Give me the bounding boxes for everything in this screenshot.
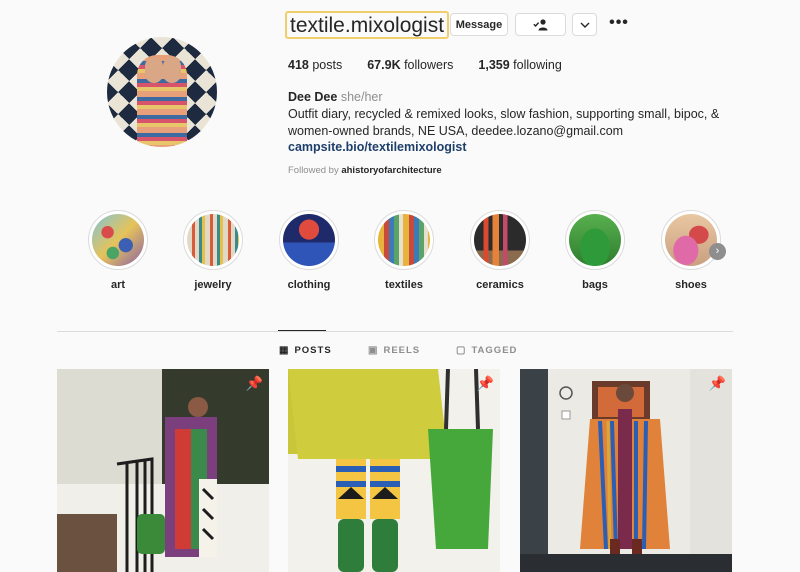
post-image-1 [57, 369, 269, 572]
display-name: Dee Dee [288, 90, 338, 104]
highlight-art-thumb [92, 214, 144, 266]
highlight-art[interactable]: art [88, 210, 148, 291]
following-stat[interactable]: 1,359 following [478, 58, 561, 72]
post-tile-2[interactable]: 📌 [288, 369, 500, 572]
pinned-icon: 📌 [476, 375, 494, 391]
reels-icon: ▣ [368, 345, 379, 356]
chevron-right-icon: › [715, 245, 720, 257]
avatar-shoe-right [163, 57, 181, 83]
pronouns: she/her [340, 90, 383, 104]
following-label: following [513, 58, 562, 72]
tab-posts[interactable]: ▦ POSTS [279, 345, 332, 356]
highlight-bags[interactable]: bags [565, 210, 625, 291]
avatar-shoe-left [145, 57, 163, 83]
highlight-label: shoes [675, 279, 707, 291]
tab-reels[interactable]: ▣ REELS [368, 345, 420, 356]
followers-count: 67.9K [367, 58, 401, 72]
more-options-button[interactable]: ••• [609, 13, 629, 36]
post-tile-1[interactable]: 📌 [57, 369, 269, 572]
profile-avatar[interactable] [107, 37, 217, 147]
profile-username: textile.mixologist [285, 11, 450, 39]
chevron-down-icon [580, 22, 589, 28]
highlight-label: art [110, 279, 126, 291]
following-button[interactable] [515, 13, 566, 36]
posts-stat: 418 posts [288, 58, 342, 72]
suggested-dropdown-button[interactable] [572, 13, 597, 36]
bio-link[interactable]: campsite.bio/textilemixologist [288, 140, 467, 154]
highlight-clothing[interactable]: clothing [279, 210, 339, 291]
post-image-3 [520, 369, 732, 572]
tab-tagged-label: TAGGED [471, 345, 518, 356]
followers-label: followers [404, 58, 454, 72]
display-name-row: Dee Dee she/her [288, 90, 383, 104]
followed-by[interactable]: Followed by ahistoryofarchitecture [288, 165, 442, 176]
followed-by-prefix: Followed by [288, 165, 339, 176]
highlight-jewelry[interactable]: jewelry [183, 210, 243, 291]
highlight-textiles[interactable]: textiles [374, 210, 434, 291]
posts-count: 418 [288, 58, 309, 72]
message-button[interactable]: Message [450, 13, 508, 36]
post-image-2 [288, 369, 500, 572]
posts-label: posts [312, 58, 343, 72]
highlight-label: bags [582, 279, 608, 291]
highlight-ceramics[interactable]: ceramics [470, 210, 530, 291]
following-count: 1,359 [478, 58, 510, 72]
bio-text: Outfit diary, recycled & remixed looks, … [288, 107, 720, 138]
tabs-divider [57, 331, 733, 332]
tab-tagged[interactable]: ▢ TAGGED [456, 345, 517, 356]
highlight-shoes-thumb [665, 214, 717, 266]
followed-by-user: ahistoryofarchitecture [341, 165, 442, 176]
highlight-label: textiles [385, 279, 423, 291]
highlight-label: ceramics [476, 279, 524, 291]
person-check-icon [532, 18, 547, 30]
profile-stats: 418 posts 67.9K followers 1,359 followin… [288, 58, 587, 72]
tab-reels-label: REELS [383, 345, 421, 356]
active-tab-indicator [278, 330, 326, 331]
followers-stat[interactable]: 67.9K followers [367, 58, 453, 72]
tab-posts-label: POSTS [294, 345, 332, 356]
highlight-jewelry-thumb [187, 214, 239, 266]
highlight-clothing-thumb [283, 214, 335, 266]
highlight-bags-thumb [569, 214, 621, 266]
pinned-icon: 📌 [245, 375, 263, 391]
post-tile-3[interactable]: 📌 [520, 369, 732, 572]
highlight-ceramics-thumb [474, 214, 526, 266]
highlight-label: clothing [287, 279, 331, 291]
grid-icon: ▦ [279, 345, 290, 356]
pinned-icon: 📌 [708, 375, 726, 391]
highlight-textiles-thumb [378, 214, 430, 266]
highlights-next-button[interactable]: › [709, 243, 726, 260]
highlight-label: jewelry [194, 279, 232, 291]
tagged-icon: ▢ [456, 345, 467, 356]
